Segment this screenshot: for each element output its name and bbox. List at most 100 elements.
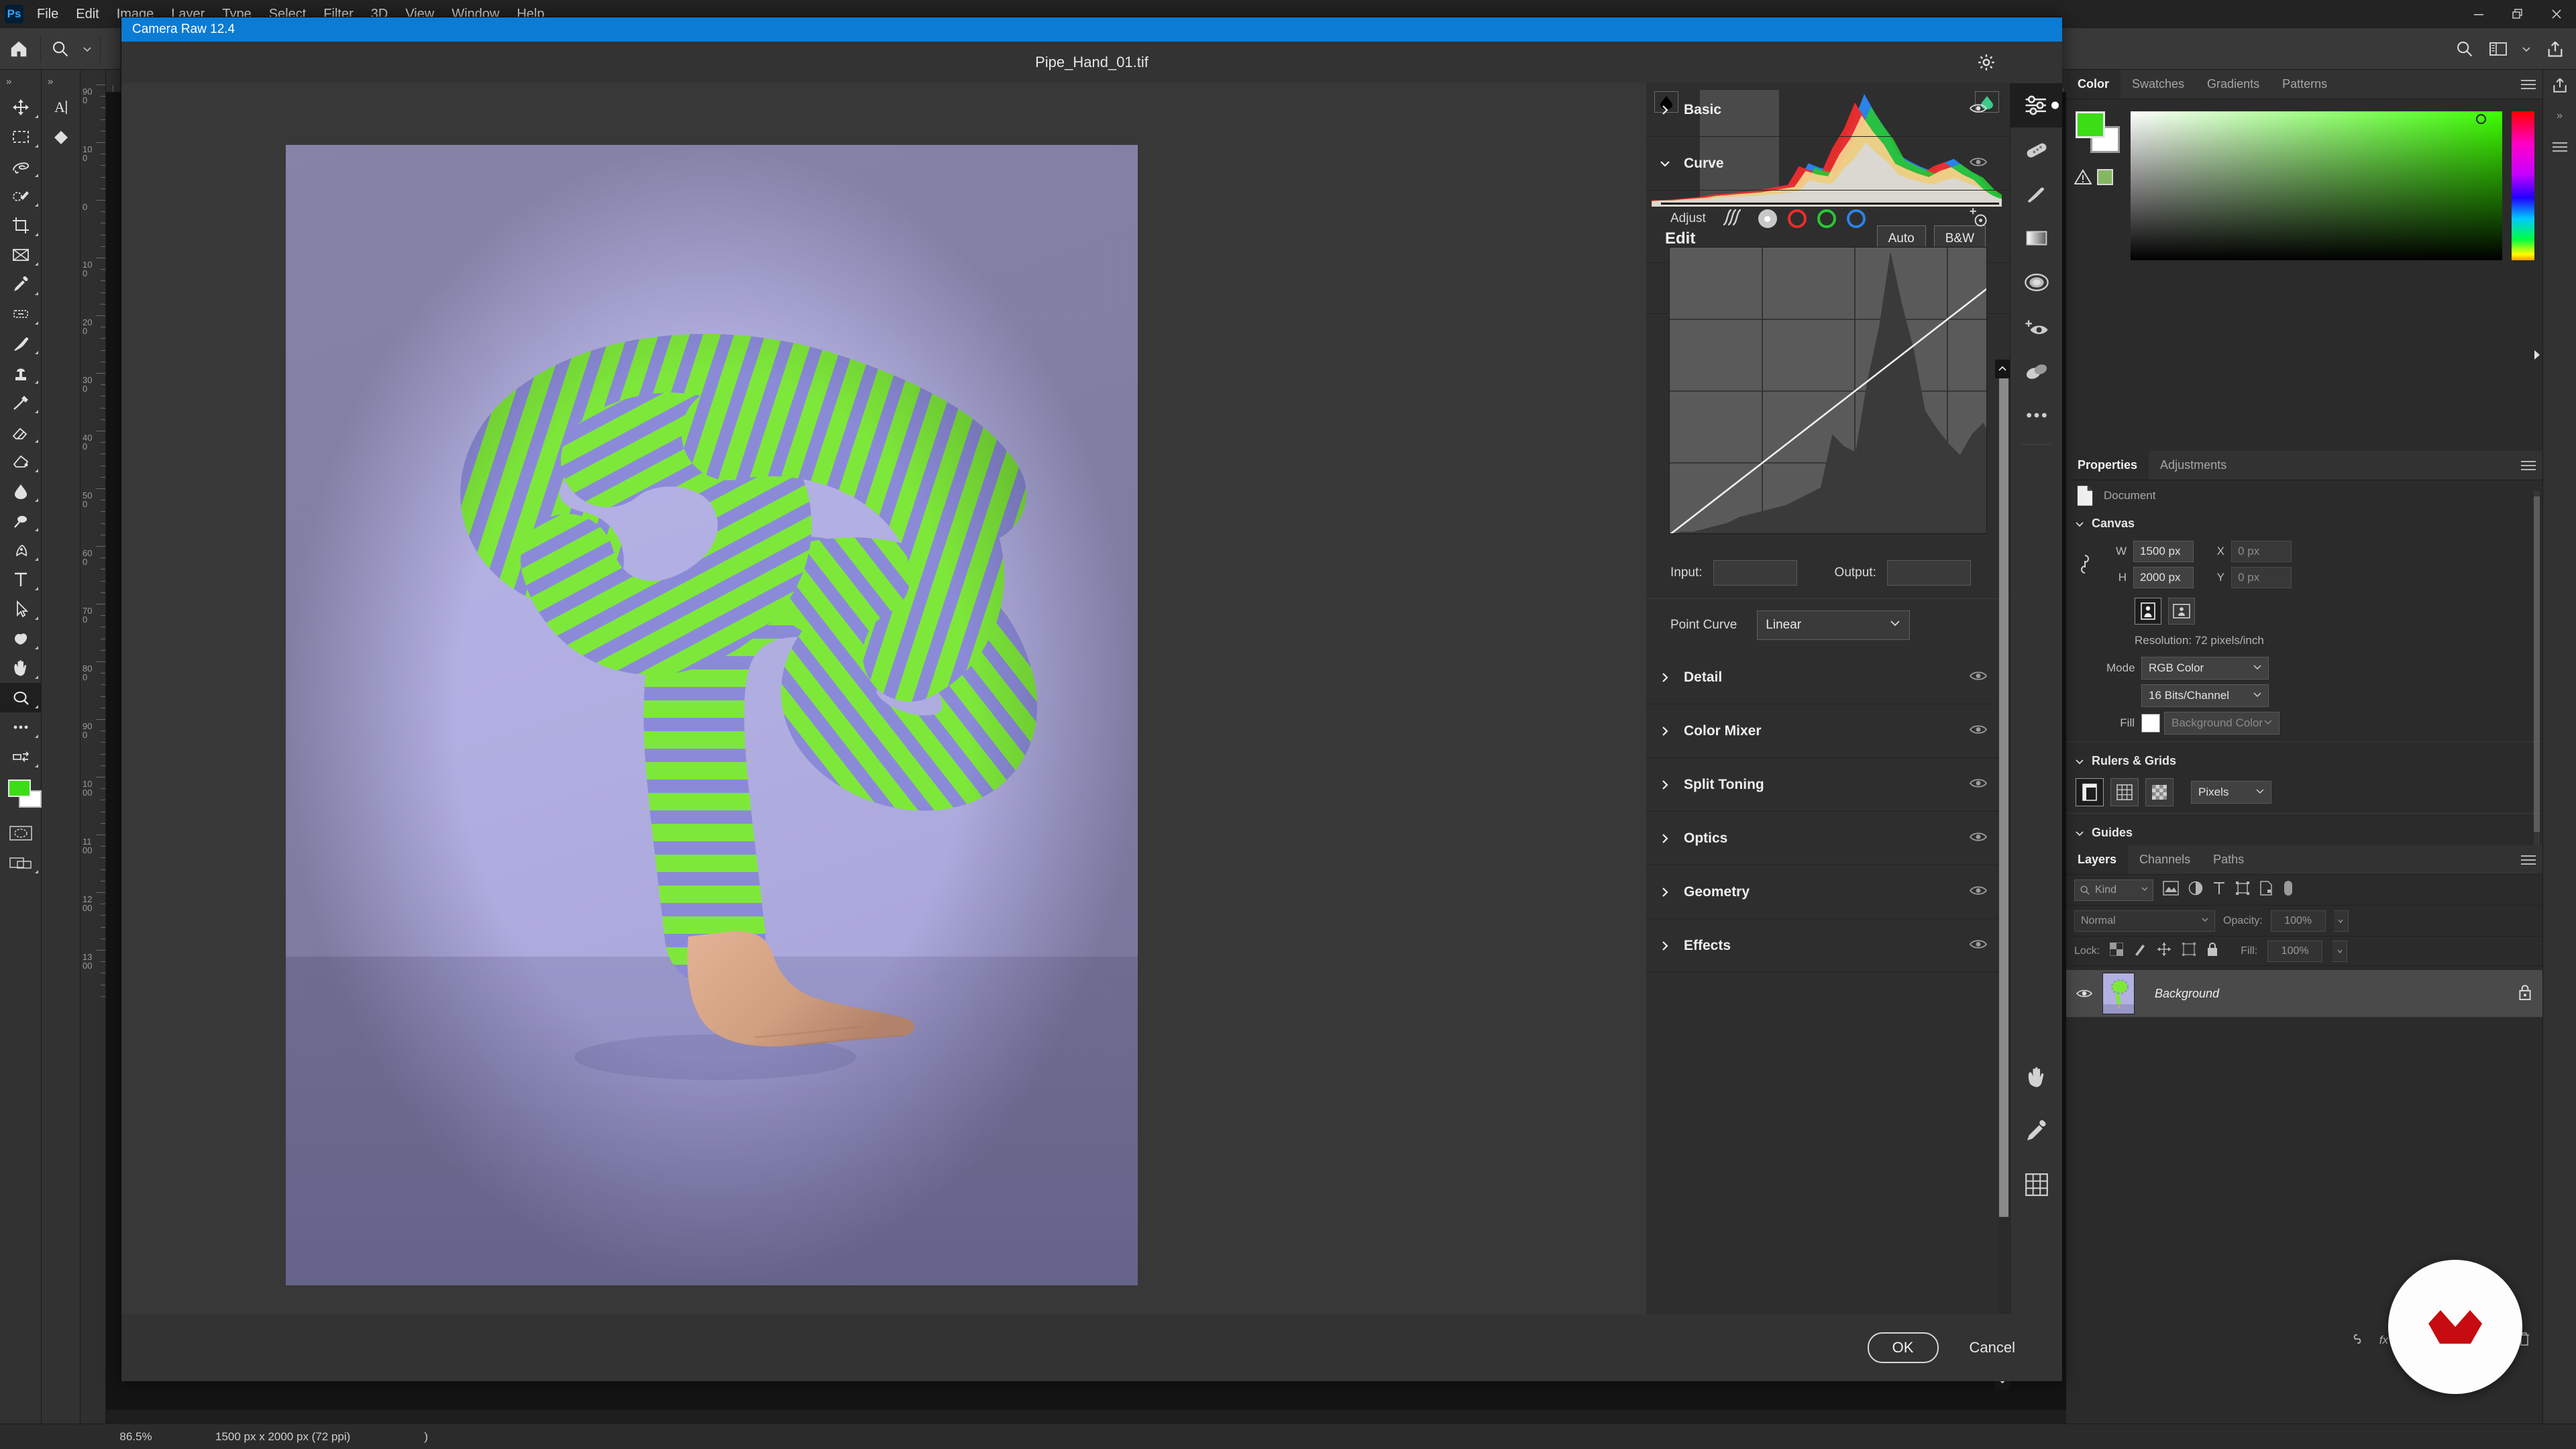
hamburger-icon[interactable] — [2521, 845, 2536, 875]
eyedropper-tool[interactable] — [2010, 1109, 2062, 1153]
type-tool-secondary-icon[interactable]: A — [42, 93, 80, 122]
section-basic[interactable]: Basic — [1646, 83, 2010, 137]
layer-name[interactable]: Background — [2135, 987, 2518, 1001]
edit-tool[interactable] — [2010, 83, 2062, 127]
table-row[interactable]: Background — [2066, 970, 2542, 1017]
gradient-tool[interactable] — [0, 447, 41, 476]
more-options[interactable] — [2010, 393, 2062, 437]
gear-icon[interactable] — [1976, 42, 1996, 83]
home-icon[interactable] — [0, 28, 38, 70]
color-swatches-tool[interactable] — [0, 775, 41, 818]
color-field[interactable] — [2131, 111, 2502, 260]
opacity-stepper[interactable] — [2334, 910, 2349, 932]
canvas-section-header[interactable]: Canvas — [2066, 511, 2542, 536]
curve-output-field[interactable] — [1887, 560, 1971, 586]
color-field-cursor[interactable] — [2476, 114, 2486, 124]
tab-paths[interactable]: Paths — [2202, 845, 2255, 874]
hamburger-icon[interactable] — [2543, 131, 2576, 162]
gamut-swatch[interactable] — [2097, 169, 2113, 185]
tab-patterns[interactable]: Patterns — [2271, 70, 2339, 99]
eye-icon[interactable] — [1970, 723, 1987, 739]
section-split-toning[interactable]: Split Toning — [1646, 758, 2010, 812]
status-zoom[interactable]: 86.5% — [80, 1430, 191, 1444]
eraser-tool[interactable] — [0, 417, 41, 447]
search-icon[interactable] — [2450, 28, 2479, 70]
canvas-fill-select[interactable]: Background Color — [2164, 712, 2279, 735]
graduated-filter-tool[interactable] — [2010, 216, 2062, 260]
menu-file[interactable]: File — [28, 0, 67, 28]
lock-icon[interactable] — [2518, 984, 2542, 1004]
spot-removal-tool[interactable] — [2010, 127, 2062, 172]
collapse-dock-icon[interactable]: » — [2543, 101, 2576, 131]
smartobject-filter-icon[interactable] — [2259, 881, 2273, 899]
menu-edit[interactable]: Edit — [67, 0, 107, 28]
grid-overlay-icon[interactable] — [2010, 1163, 2062, 1207]
filter-toggle-icon[interactable] — [2282, 879, 2294, 900]
healing-brush-tool[interactable] — [0, 299, 41, 329]
radial-filter-tool[interactable] — [2010, 260, 2062, 305]
section-optics[interactable]: Optics — [1646, 812, 2010, 865]
parametric-curve-icon[interactable] — [1721, 207, 1743, 231]
pen-tool[interactable] — [0, 535, 41, 565]
fx-icon[interactable]: fx — [2379, 1334, 2388, 1347]
tools-collapse-icon[interactable]: » — [0, 70, 41, 93]
canvas-x-input[interactable]: 0 px — [2231, 541, 2292, 562]
hand-tool[interactable] — [0, 653, 41, 683]
marquee-tool[interactable] — [0, 122, 41, 152]
tone-curve-graph[interactable] — [1669, 247, 1987, 534]
eye-icon[interactable] — [1970, 669, 1987, 685]
snapshots-tool[interactable] — [2010, 349, 2062, 393]
secondary-tools-collapse-icon[interactable]: » — [42, 70, 80, 93]
tab-channels[interactable]: Channels — [2128, 845, 2202, 874]
zoom-tool-option-icon[interactable] — [44, 28, 77, 70]
eye-icon[interactable] — [1970, 884, 1987, 900]
section-geometry[interactable]: Geometry — [1646, 865, 2010, 919]
section-color-mixer[interactable]: Color Mixer — [1646, 704, 2010, 758]
rulers-grids-section-header[interactable]: Rulers & Grids — [2066, 749, 2542, 773]
type-filter-icon[interactable] — [2212, 881, 2226, 899]
minimize-icon[interactable] — [2459, 0, 2498, 28]
canvas-depth-select[interactable]: 16 Bits/Channel — [2141, 684, 2269, 707]
chevron-down-icon[interactable] — [77, 28, 97, 70]
status-expand-arrow[interactable]: ) — [350, 1430, 428, 1444]
share-icon[interactable] — [2540, 28, 2571, 70]
canvas-height-input[interactable]: 2000 px — [2133, 567, 2194, 588]
shape-tool[interactable] — [0, 624, 41, 653]
screen-mode-icon[interactable] — [0, 848, 41, 877]
red-channel-icon[interactable] — [1788, 209, 1807, 228]
tab-color[interactable]: Color — [2066, 70, 2121, 99]
point-curve-select[interactable]: Linear — [1757, 610, 1910, 640]
transparency-grid-icon[interactable] — [2145, 778, 2174, 806]
eye-icon[interactable] — [1970, 777, 1987, 792]
ruler-unit-select[interactable]: Pixels — [2191, 781, 2271, 804]
foreground-color-swatch[interactable] — [8, 780, 31, 797]
quick-mask-icon[interactable] — [0, 818, 41, 848]
path-selection-tool[interactable] — [0, 594, 41, 624]
rgb-channel-icon[interactable] — [1758, 209, 1777, 228]
properties-scrollbar[interactable] — [2534, 491, 2540, 867]
eye-icon[interactable] — [1970, 830, 1987, 846]
section-curve[interactable]: Curve — [1646, 137, 2010, 191]
cancel-button[interactable]: Cancel — [1970, 1339, 2015, 1356]
preview-image[interactable] — [286, 145, 1138, 1285]
opacity-input[interactable]: 100% — [2271, 910, 2326, 932]
targeted-adjustment-icon[interactable] — [1967, 207, 1988, 231]
shape-filter-icon[interactable] — [2235, 881, 2250, 899]
crop-tool[interactable] — [0, 211, 41, 240]
fill-color-swatch[interactable] — [2141, 714, 2160, 733]
hand-tool[interactable] — [2010, 1055, 2062, 1099]
adjustment-brush-tool[interactable] — [2010, 172, 2062, 216]
more-tools[interactable] — [0, 712, 41, 742]
eye-icon[interactable] — [1970, 156, 1987, 171]
section-detail[interactable]: Detail — [1646, 651, 2010, 704]
ruler-icon[interactable] — [2076, 778, 2104, 806]
hamburger-icon[interactable] — [2521, 70, 2536, 99]
lock-position-icon[interactable] — [2157, 942, 2171, 960]
red-eye-tool[interactable] — [2010, 305, 2062, 349]
lock-transparency-icon[interactable] — [2110, 943, 2123, 959]
restore-icon[interactable] — [2498, 0, 2537, 28]
brush-tool[interactable] — [0, 329, 41, 358]
curve-input-field[interactable] — [1713, 560, 1797, 586]
guides-section-header[interactable]: Guides — [2066, 820, 2542, 845]
blue-channel-icon[interactable] — [1847, 209, 1866, 228]
